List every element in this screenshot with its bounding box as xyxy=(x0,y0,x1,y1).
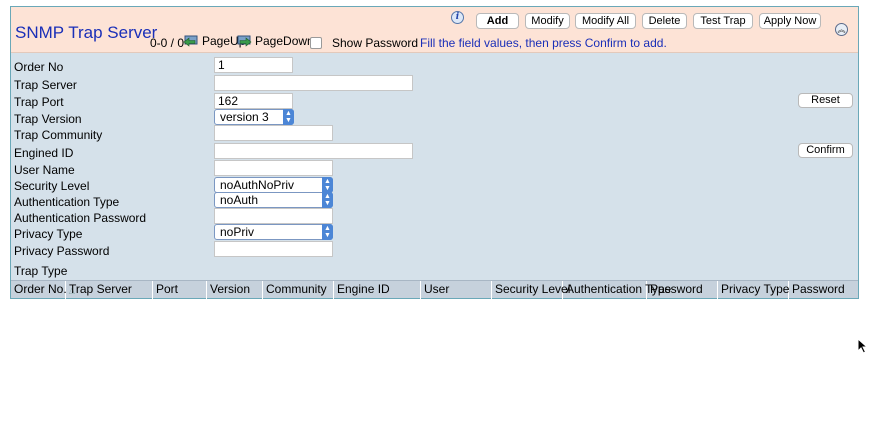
page-down-button[interactable]: PageDown xyxy=(236,34,314,48)
trap-server-label: Trap Server xyxy=(14,78,77,92)
confirm-button[interactable]: Confirm xyxy=(798,143,853,158)
auth-type-value: noAuth xyxy=(220,193,259,207)
table-header: Order No. △ Trap Server Port Version Comm… xyxy=(11,280,858,299)
pager-range: 0-0 / 0 xyxy=(150,36,185,50)
column-header-privacy-type[interactable]: Privacy Type xyxy=(718,281,789,299)
trap-server-input[interactable] xyxy=(214,75,413,91)
engined-id-label: Engined ID xyxy=(14,146,74,160)
privacy-type-value: noPriv xyxy=(220,225,255,239)
auth-password-label: Authentication Password xyxy=(14,211,147,225)
show-password-label: Show Password xyxy=(332,36,419,50)
column-header-security-level[interactable]: Security Level xyxy=(492,281,570,299)
mouse-pointer-icon xyxy=(857,338,869,354)
user-name-label: User Name xyxy=(14,163,75,177)
column-header-community[interactable]: Community xyxy=(263,281,334,299)
privacy-type-label: Privacy Type xyxy=(14,227,83,241)
collapse-up-icon[interactable]: ︽ xyxy=(835,23,848,36)
column-header-user[interactable]: User xyxy=(421,281,492,299)
hint-text: Fill the field values, then press Confir… xyxy=(420,36,667,50)
trap-version-value: version 3 xyxy=(220,110,269,124)
show-password-toggle[interactable]: Show Password xyxy=(310,36,418,50)
select-updown-icon: ▲ ▼ xyxy=(322,192,333,208)
modify-all-button[interactable]: Modify All xyxy=(575,13,636,29)
snmp-trap-server-panel: SNMP Trap Server i 0-0 / 0 PageUp PageDo… xyxy=(10,6,859,299)
trap-community-label: Trap Community xyxy=(14,128,103,142)
column-header-privacy-password[interactable]: Password xyxy=(789,281,858,299)
security-level-value: noAuthNoPriv xyxy=(220,178,295,192)
order-no-input[interactable]: 1 xyxy=(214,57,293,73)
trap-community-input[interactable] xyxy=(214,125,333,141)
page-title: SNMP Trap Server xyxy=(15,23,158,42)
add-button[interactable]: Add xyxy=(476,13,519,29)
column-header-order-no[interactable]: Order No. △ xyxy=(11,281,75,299)
page-down-icon xyxy=(237,35,252,47)
column-header-port[interactable]: Port xyxy=(153,281,207,299)
user-name-input[interactable] xyxy=(214,160,333,176)
column-header-trap-server[interactable]: Trap Server xyxy=(66,281,153,299)
select-updown-icon: ▲ ▼ xyxy=(322,224,333,240)
auth-type-select[interactable]: noAuth ▲ ▼ xyxy=(214,192,333,208)
trap-version-label: Trap Version xyxy=(14,112,82,126)
trap-type-label: Trap Type xyxy=(14,264,68,278)
panel-header: SNMP Trap Server i 0-0 / 0 PageUp PageDo… xyxy=(11,7,858,53)
apply-now-button[interactable]: Apply Now xyxy=(759,13,821,29)
page-up-icon xyxy=(183,35,198,47)
privacy-password-label: Privacy Password xyxy=(14,244,110,258)
engined-id-input[interactable] xyxy=(214,143,413,159)
delete-button[interactable]: Delete xyxy=(642,13,687,29)
order-no-label: Order No xyxy=(14,60,64,74)
info-icon[interactable]: i xyxy=(451,11,464,24)
column-header-engine-id[interactable]: Engine ID xyxy=(334,281,421,299)
column-header-auth-type[interactable]: Authentication Type xyxy=(563,281,671,299)
page-down-label: PageDown xyxy=(255,34,314,48)
show-password-checkbox[interactable] xyxy=(310,37,322,49)
security-level-label: Security Level xyxy=(14,179,90,193)
privacy-type-select[interactable]: noPriv ▲ ▼ xyxy=(214,224,333,240)
trap-port-input[interactable]: 162 xyxy=(214,93,293,109)
trap-port-label: Trap Port xyxy=(14,95,64,109)
reset-button[interactable]: Reset xyxy=(798,93,853,108)
column-header-version[interactable]: Version xyxy=(207,281,263,299)
security-level-select[interactable]: noAuthNoPriv ▲ ▼ xyxy=(214,177,333,193)
modify-button[interactable]: Modify xyxy=(525,13,570,29)
auth-type-label: Authentication Type xyxy=(14,195,120,209)
column-header-auth-password[interactable]: Password xyxy=(647,281,718,299)
select-updown-icon: ▲ ▼ xyxy=(283,109,294,125)
auth-password-input[interactable] xyxy=(214,208,333,224)
trap-version-select[interactable]: version 3 ▲ ▼ xyxy=(214,109,294,125)
privacy-password-input[interactable] xyxy=(214,241,333,257)
test-trap-button[interactable]: Test Trap xyxy=(693,13,753,29)
select-updown-icon: ▲ ▼ xyxy=(322,177,333,193)
